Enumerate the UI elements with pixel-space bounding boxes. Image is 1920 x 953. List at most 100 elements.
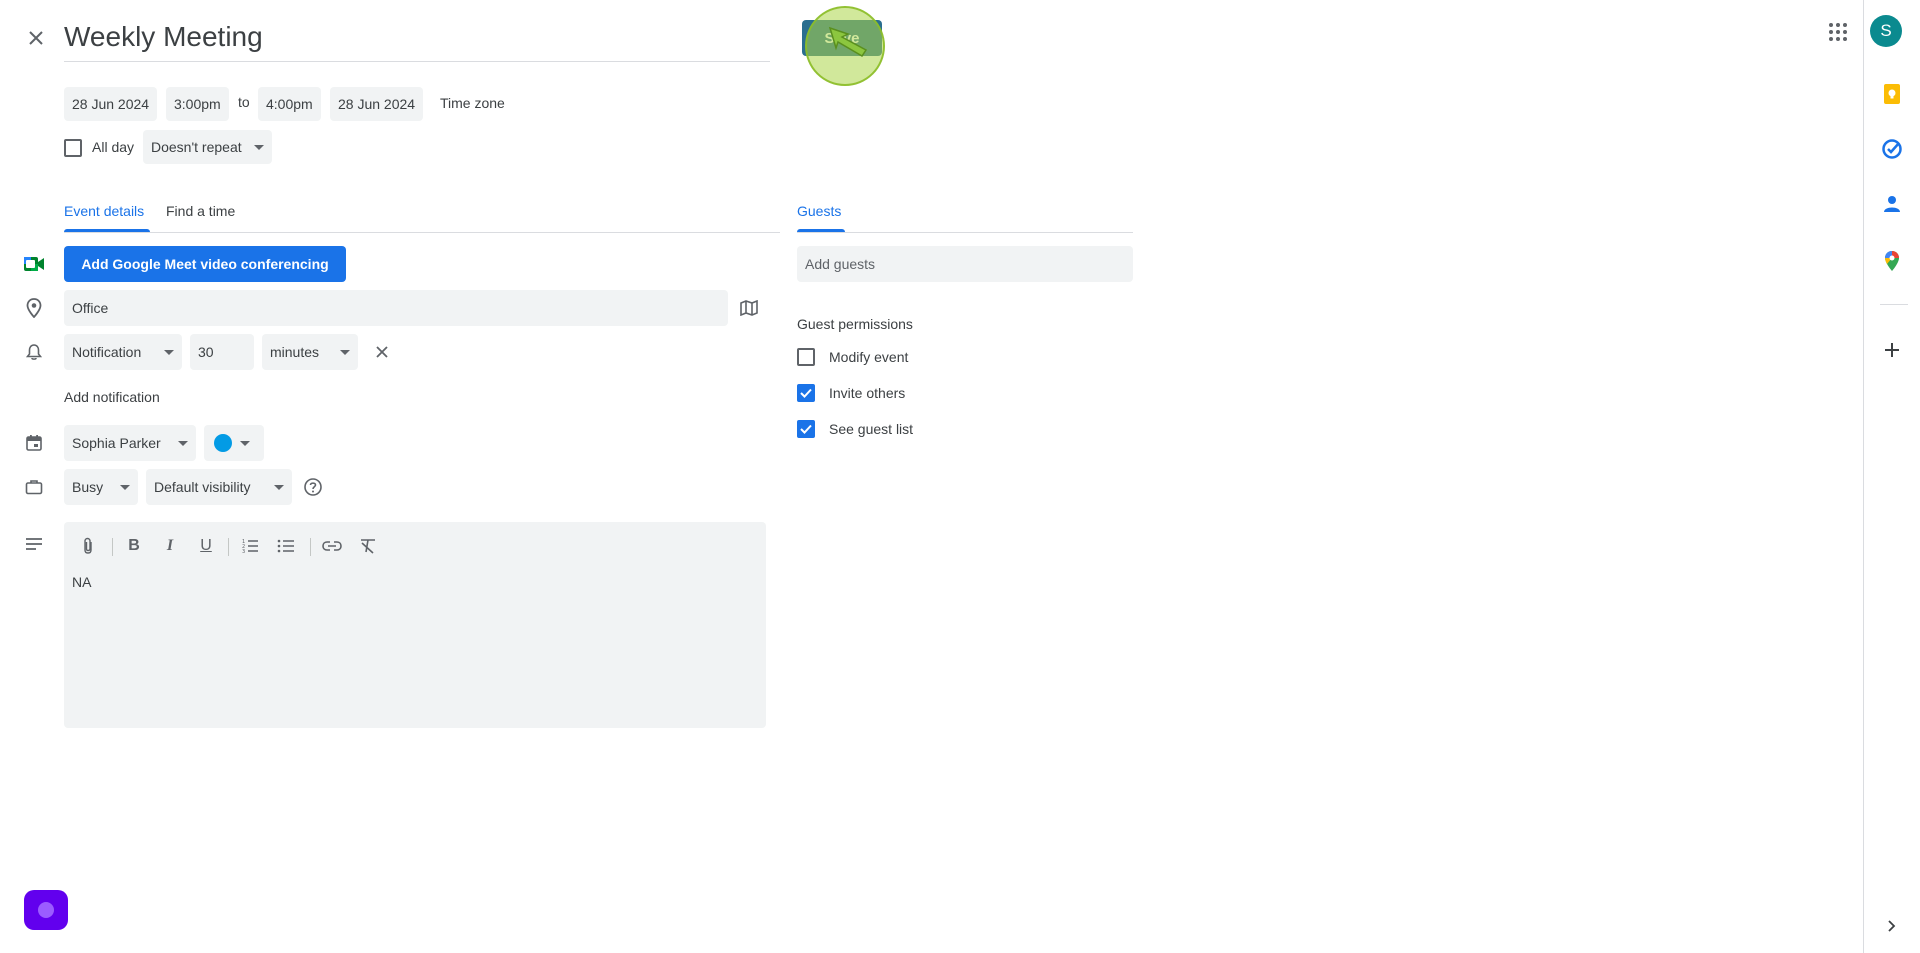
notification-amount-input[interactable]: 30 bbox=[190, 334, 254, 370]
end-time: 4:00pm bbox=[266, 96, 313, 112]
add-guests-input[interactable]: Add guests bbox=[797, 246, 1133, 282]
calendar-owner-value: Sophia Parker bbox=[72, 435, 161, 451]
to-label: to bbox=[238, 94, 250, 110]
maps-icon[interactable] bbox=[1880, 249, 1904, 273]
numbered-list-icon[interactable]: 123 bbox=[238, 534, 262, 558]
chevron-down-icon bbox=[178, 440, 188, 446]
event-color-swatch bbox=[214, 434, 232, 452]
start-date-chip[interactable]: 28 Jun 2024 bbox=[64, 87, 158, 121]
chevron-down-icon bbox=[253, 144, 264, 150]
contacts-icon[interactable] bbox=[1880, 192, 1904, 216]
link-icon[interactable] bbox=[320, 534, 344, 558]
availability-value: Busy bbox=[72, 479, 104, 495]
avatar[interactable]: S bbox=[1870, 15, 1902, 47]
calendar-owner-dropdown[interactable]: Sophia Parker bbox=[64, 425, 196, 461]
end-date: 28 Jun 2024 bbox=[338, 96, 416, 112]
floating-assistant-button[interactable] bbox=[24, 890, 68, 930]
assistant-dot-icon bbox=[38, 902, 54, 918]
map-icon[interactable] bbox=[737, 296, 761, 320]
location-pin-icon bbox=[22, 296, 46, 320]
end-date-chip[interactable]: 28 Jun 2024 bbox=[330, 87, 424, 121]
chevron-down-icon bbox=[274, 484, 284, 490]
toolbar-separator bbox=[310, 538, 311, 556]
keep-icon[interactable] bbox=[1880, 82, 1904, 106]
permission-modify-event[interactable]: Modify event bbox=[797, 348, 908, 366]
remove-notification-button[interactable] bbox=[370, 340, 394, 364]
see-guest-list-label: See guest list bbox=[829, 421, 914, 437]
guest-permissions-title: Guest permissions bbox=[797, 316, 913, 332]
invite-others-checkbox[interactable] bbox=[797, 384, 815, 402]
add-guests-placeholder: Add guests bbox=[805, 256, 876, 272]
start-time: 3:00pm bbox=[174, 96, 221, 112]
chevron-down-icon bbox=[340, 349, 350, 355]
side-panel-divider bbox=[1863, 0, 1864, 953]
toolbar-separator bbox=[112, 538, 113, 556]
avatar-initial: S bbox=[1880, 21, 1892, 40]
close-icon bbox=[376, 346, 388, 358]
close-icon bbox=[29, 31, 43, 45]
chevron-right-icon[interactable] bbox=[1880, 914, 1904, 938]
chevron-down-icon bbox=[120, 484, 130, 490]
clear-formatting-icon[interactable] bbox=[356, 534, 380, 558]
add-notification-link[interactable]: Add notification bbox=[64, 389, 160, 405]
permission-invite-others[interactable]: Invite others bbox=[797, 384, 905, 402]
tab-event-details[interactable]: Event details bbox=[64, 191, 144, 231]
underline-icon[interactable]: U bbox=[194, 534, 218, 558]
timezone-button[interactable]: Time zone bbox=[440, 95, 505, 111]
notification-type-value: Notification bbox=[72, 344, 142, 360]
visibility-dropdown[interactable]: Default visibility bbox=[146, 469, 292, 505]
guests-divider bbox=[797, 232, 1133, 233]
tasks-icon[interactable] bbox=[1880, 137, 1904, 161]
chevron-down-icon bbox=[240, 440, 250, 446]
chevron-down-icon bbox=[164, 349, 174, 355]
notification-unit-dropdown[interactable]: minutes bbox=[262, 334, 358, 370]
tab-find-a-time[interactable]: Find a time bbox=[166, 191, 235, 231]
end-time-chip[interactable]: 4:00pm bbox=[258, 87, 321, 121]
italic-icon[interactable]: I bbox=[158, 534, 182, 558]
event-title-field[interactable] bbox=[64, 14, 770, 62]
svg-text:3: 3 bbox=[242, 549, 245, 554]
tabs-divider bbox=[64, 232, 780, 233]
start-time-chip[interactable]: 3:00pm bbox=[166, 87, 229, 121]
location-value: Office bbox=[72, 300, 109, 316]
repeat-dropdown[interactable]: Doesn't repeat bbox=[143, 130, 272, 164]
rail-divider bbox=[1880, 304, 1908, 305]
modify-event-label: Modify event bbox=[829, 349, 909, 365]
location-field[interactable]: Office bbox=[64, 290, 728, 326]
notification-type-dropdown[interactable]: Notification bbox=[64, 334, 182, 370]
description-text: NA bbox=[72, 574, 92, 590]
checkmark-icon bbox=[800, 424, 812, 434]
bold-icon[interactable]: B bbox=[122, 534, 146, 558]
description-editor[interactable]: B I U 123 NA bbox=[64, 522, 766, 728]
permission-see-guest-list[interactable]: See guest list bbox=[797, 420, 913, 438]
checkmark-icon bbox=[800, 388, 812, 398]
toolbar-separator bbox=[228, 538, 229, 556]
bulleted-list-icon[interactable] bbox=[274, 534, 298, 558]
plus-icon[interactable] bbox=[1880, 338, 1904, 362]
save-button-label: Save bbox=[824, 29, 860, 47]
help-circle-icon[interactable] bbox=[301, 475, 325, 499]
add-meet-label: Add Google Meet video conferencing bbox=[81, 256, 329, 272]
google-meet-icon bbox=[22, 252, 46, 276]
briefcase-icon bbox=[22, 475, 46, 499]
modify-event-checkbox[interactable] bbox=[797, 348, 815, 366]
all-day-checkbox[interactable] bbox=[64, 139, 82, 157]
all-day-label: All day bbox=[92, 139, 135, 155]
visibility-value: Default visibility bbox=[154, 479, 251, 495]
notification-amount-value: 30 bbox=[198, 344, 214, 360]
add-meet-button[interactable]: Add Google Meet video conferencing bbox=[64, 246, 346, 282]
notification-unit-value: minutes bbox=[270, 344, 320, 360]
notes-icon bbox=[22, 532, 46, 556]
availability-dropdown[interactable]: Busy bbox=[64, 469, 138, 505]
calendar-icon bbox=[22, 431, 46, 455]
event-color-dropdown[interactable] bbox=[204, 425, 264, 461]
close-button[interactable] bbox=[22, 24, 50, 52]
apps-grid-icon[interactable] bbox=[1826, 20, 1850, 44]
repeat-value: Doesn't repeat bbox=[151, 139, 242, 155]
tab-guests[interactable]: Guests bbox=[797, 191, 841, 231]
event-title-input[interactable] bbox=[64, 14, 770, 60]
attachment-icon[interactable] bbox=[76, 534, 100, 558]
see-guest-list-checkbox[interactable] bbox=[797, 420, 815, 438]
save-button[interactable]: Save bbox=[802, 20, 882, 56]
bell-icon bbox=[22, 340, 46, 364]
